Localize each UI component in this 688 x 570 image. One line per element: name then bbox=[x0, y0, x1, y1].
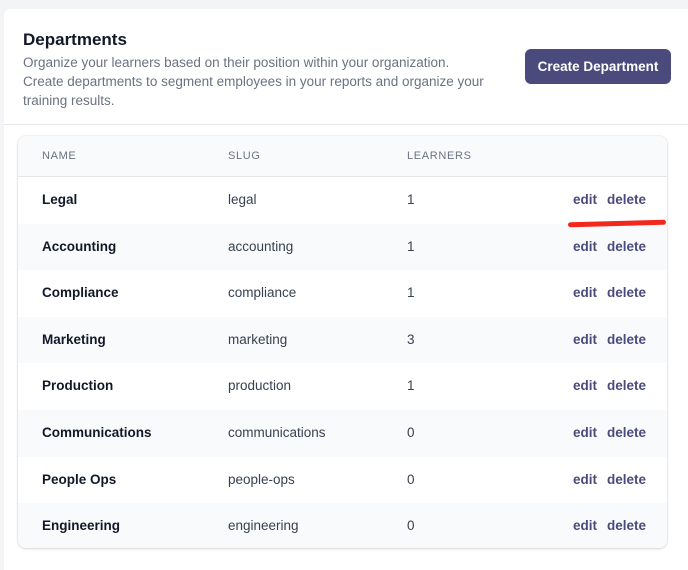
department-learners: 1 bbox=[407, 378, 415, 394]
delete-link[interactable]: delete bbox=[607, 518, 646, 533]
page-header: Departments Organize your learners based… bbox=[4, 9, 688, 125]
table-row: Communications communications 0 edit dele… bbox=[18, 409, 667, 457]
department-slug: communications bbox=[228, 424, 326, 440]
row-actions: edit delete bbox=[573, 425, 646, 440]
delete-link[interactable]: delete bbox=[607, 332, 646, 347]
department-name: Compliance bbox=[42, 285, 119, 301]
row-actions: edit delete bbox=[573, 192, 646, 207]
delete-link[interactable]: delete bbox=[607, 285, 646, 300]
department-slug: legal bbox=[228, 192, 257, 207]
row-actions: edit delete bbox=[573, 285, 646, 300]
department-learners: 0 bbox=[407, 518, 415, 534]
table-row: Production production 1 edit delete bbox=[18, 363, 667, 410]
department-learners: 1 bbox=[407, 285, 415, 301]
department-slug: people-ops bbox=[228, 471, 295, 487]
table-row: Legal legal 1 edit delete bbox=[18, 177, 667, 224]
department-name: Marketing bbox=[42, 331, 106, 347]
department-learners: 1 bbox=[407, 192, 415, 207]
edit-link[interactable]: edit bbox=[573, 518, 597, 533]
department-name: Communications bbox=[42, 424, 152, 440]
delete-link[interactable]: delete bbox=[607, 239, 646, 254]
table-row: Compliance compliance 1 edit delete bbox=[18, 270, 667, 317]
create-department-button[interactable]: Create Department bbox=[525, 49, 671, 84]
department-slug: compliance bbox=[228, 285, 297, 301]
delete-link[interactable]: delete bbox=[607, 425, 646, 440]
column-header-learners: LEARNERS bbox=[407, 150, 472, 162]
department-slug: production bbox=[228, 378, 292, 394]
table-row: Accounting accounting 1 edit delete bbox=[18, 223, 667, 271]
department-name: Legal bbox=[42, 192, 78, 207]
column-header-slug: SLUG bbox=[228, 150, 261, 162]
department-slug: accounting bbox=[228, 238, 294, 254]
edit-link[interactable]: edit bbox=[573, 239, 597, 254]
department-name: Engineering bbox=[42, 518, 121, 534]
row-actions: edit delete bbox=[573, 472, 646, 487]
page-description: Organize your learners based on their po… bbox=[23, 55, 484, 108]
column-header-name: NAME bbox=[42, 150, 77, 162]
department-learners: 0 bbox=[407, 424, 415, 440]
departments-table: NAME SLUG LEARNERS Legal legal 1 edit del… bbox=[18, 136, 667, 548]
department-slug: marketing bbox=[228, 331, 288, 347]
table-row: Engineering engineering 0 edit delete bbox=[18, 503, 667, 548]
edit-link[interactable]: edit bbox=[573, 472, 597, 487]
row-actions: edit delete bbox=[573, 239, 646, 254]
table-row: People Ops people-ops 0 edit delete bbox=[18, 457, 667, 504]
row-actions: edit delete bbox=[573, 518, 646, 533]
department-slug: engineering bbox=[228, 518, 299, 534]
table-header: NAME SLUG LEARNERS bbox=[18, 136, 667, 177]
department-name: Accounting bbox=[42, 238, 117, 254]
department-name: People Ops bbox=[42, 471, 117, 487]
page-title: Departments bbox=[23, 30, 127, 49]
edit-link[interactable]: edit bbox=[573, 425, 597, 440]
edit-link[interactable]: edit bbox=[573, 332, 597, 347]
edit-link[interactable]: edit bbox=[573, 285, 597, 300]
delete-link[interactable]: delete bbox=[607, 192, 646, 207]
department-learners: 1 bbox=[407, 238, 415, 254]
department-name: Production bbox=[42, 378, 114, 394]
table-row: Marketing marketing 3 edit delete bbox=[18, 316, 667, 364]
department-learners: 3 bbox=[407, 331, 415, 347]
row-actions: edit delete bbox=[573, 332, 646, 347]
department-learners: 0 bbox=[407, 471, 415, 487]
delete-link[interactable]: delete bbox=[607, 472, 646, 487]
edit-link[interactable]: edit bbox=[573, 192, 597, 207]
edit-link[interactable]: edit bbox=[573, 378, 597, 393]
delete-link[interactable]: delete bbox=[607, 378, 646, 393]
row-actions: edit delete bbox=[573, 378, 646, 393]
